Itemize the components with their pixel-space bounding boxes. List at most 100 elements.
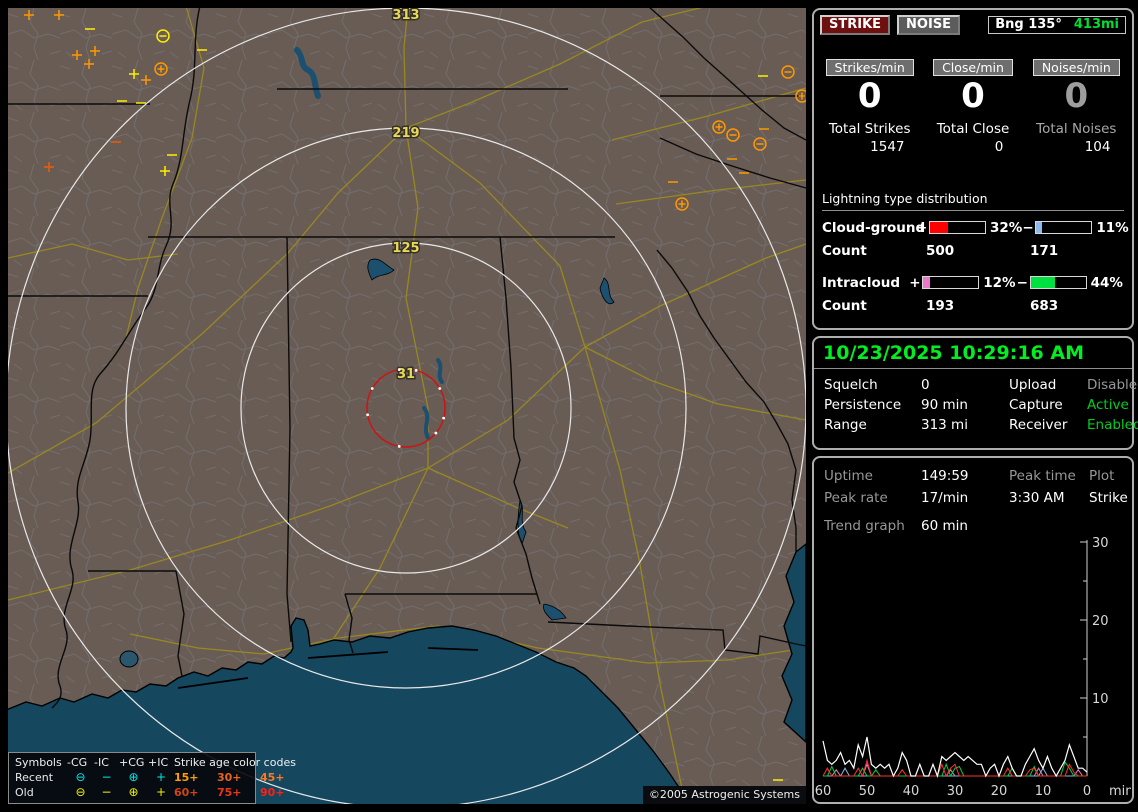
peak-rate-label: Peak rate — [824, 490, 888, 506]
legend-row-old-label: Old — [15, 786, 34, 799]
recent-ic-pos-icon: + — [155, 770, 167, 784]
ic-positive-bar-fill — [923, 277, 930, 289]
strike-stats-panel: STRIKE NOISE Bng 135° 413mi Strikes/min … — [812, 8, 1134, 330]
ic-positive-pct: 12% — [983, 274, 1016, 291]
noises-per-min-value: 0 — [1064, 76, 1089, 116]
legend-header-neg-cg: -CG — [67, 756, 88, 769]
total-strikes-label: Total Strikes — [828, 120, 911, 137]
svg-text:219: 219 — [392, 126, 419, 141]
bearing-distance-display: Bng 135° 413mi — [988, 16, 1126, 34]
cloud-ground-row: Cloud-ground + 32% − 11% — [822, 219, 1129, 236]
capture-label: Capture — [1009, 397, 1063, 413]
squelch-value: 0 — [921, 377, 930, 393]
lightning-map[interactable]: 313 219 125 31 Symbols -CG -IC +CG +IC Stri… — [8, 8, 806, 804]
old-cg-neg-icon: ⊖ — [75, 785, 86, 799]
svg-text:0: 0 — [1083, 784, 1091, 799]
recent-cg-pos-icon: ⊕ — [128, 770, 139, 784]
strike-mode-button[interactable]: STRIKE — [820, 15, 891, 35]
receiver-label: Receiver — [1009, 417, 1068, 433]
total-noises-label: Total Noises — [1036, 120, 1117, 137]
svg-text:10: 10 — [1092, 692, 1109, 707]
receiver-status: Enabled — [1087, 417, 1138, 433]
cg-positive-bar-fill — [930, 222, 948, 234]
range-value: 313 mi — [921, 417, 968, 433]
ic-negative-bar-fill — [1030, 277, 1055, 289]
ic-positive-bar — [922, 276, 980, 290]
total-strikes-value: 1547 — [870, 138, 905, 155]
cg-negative-pct: 11% — [1096, 219, 1129, 236]
upload-label: Upload — [1009, 377, 1057, 393]
legend-header-neg-ic: -IC — [94, 756, 109, 769]
strikes-per-min-button[interactable]: Strikes/min — [825, 59, 914, 76]
copyright-notice: ©2005 Astrogenic Systems — [642, 786, 806, 804]
plot-label: Plot — [1089, 468, 1115, 484]
legend-age-header: Strike age color codes — [174, 756, 296, 769]
capture-status: Active — [1087, 397, 1129, 413]
trend-panel: Uptime 149:59 Peak time Plot Peak rate 1… — [812, 456, 1134, 804]
bearing-value: Bng 135° — [995, 17, 1062, 32]
peak-rate-value: 17/min — [921, 490, 969, 506]
legend-row-recent-label: Recent — [15, 771, 54, 784]
ic-negative-count: 683 — [1030, 297, 1059, 314]
cg-minus-sign: − — [1022, 219, 1034, 236]
svg-text:125: 125 — [392, 241, 419, 256]
strikes-per-min-value: 0 — [857, 76, 882, 116]
age-code-30: 30+ — [217, 771, 242, 784]
recent-ic-neg-icon: − — [101, 770, 112, 784]
persistence-value: 90 min — [921, 397, 968, 413]
svg-text:60: 60 — [815, 784, 831, 799]
cg-plus-sign: + — [916, 219, 928, 236]
cg-negative-count: 171 — [1030, 242, 1059, 259]
recent-cg-neg-icon: ⊖ — [75, 770, 86, 784]
noises-counter: Noises/min 0 Total Noises 104 — [1025, 59, 1128, 155]
cg-positive-count: 500 — [926, 242, 955, 259]
close-per-min-button[interactable]: Close/min — [933, 59, 1013, 76]
noises-per-min-button[interactable]: Noises/min — [1032, 59, 1120, 76]
total-close-value: 0 — [994, 138, 1004, 155]
svg-text:20: 20 — [991, 784, 1008, 799]
datetime-display: 10/23/2025 10:29:16 AM — [814, 338, 1132, 369]
app-window: 313 219 125 31 Symbols -CG -IC +CG +IC Stri… — [0, 0, 1138, 812]
upload-status: Disabled — [1087, 377, 1138, 393]
age-code-90: 90+ — [260, 786, 285, 799]
old-cg-pos-icon: ⊕ — [128, 785, 139, 799]
cloud-ground-label: Cloud-ground — [822, 219, 926, 236]
symbol-legend: Symbols -CG -IC +CG +IC Strike age color… — [8, 752, 296, 804]
ic-plus-sign: + — [909, 274, 921, 291]
range-label: Range — [824, 417, 867, 433]
svg-text:50: 50 — [859, 784, 876, 799]
age-code-60: 60+ — [174, 786, 199, 799]
intracloud-count-row: Count 193 683 — [822, 298, 1124, 314]
cg-negative-bar-fill — [1036, 222, 1043, 234]
strikes-counter: Strikes/min 0 Total Strikes 1547 — [818, 59, 921, 155]
close-per-min-value: 0 — [961, 76, 985, 116]
legend-header-pos-ic: +IC — [148, 756, 169, 769]
uptime-value: 149:59 — [921, 468, 969, 484]
noise-mode-button[interactable]: NOISE — [897, 15, 961, 35]
age-code-75: 75+ — [217, 786, 242, 799]
total-close-label: Total Close — [936, 120, 1010, 137]
age-code-45: 45+ — [260, 771, 285, 784]
old-ic-pos-icon: + — [155, 785, 167, 799]
cg-positive-pct: 32% — [990, 219, 1023, 236]
distance-value: 413mi — [1073, 17, 1119, 32]
age-code-15: 15+ — [174, 771, 199, 784]
svg-text:min: min — [1109, 784, 1131, 799]
ic-negative-pct: 44% — [1090, 274, 1123, 291]
old-ic-neg-icon: − — [101, 785, 112, 799]
intracloud-row: Intracloud + 12% − 44% — [822, 275, 1124, 291]
ic-minus-sign: − — [1016, 274, 1028, 291]
svg-text:10: 10 — [1035, 784, 1052, 799]
cg-positive-bar — [929, 221, 986, 235]
persistence-label: Persistence — [824, 397, 902, 413]
cg-count-label: Count — [822, 242, 867, 259]
map-canvas[interactable]: 31321912531 — [8, 8, 806, 804]
trend-graph: 10 20 30 60 50 40 30 20 10 0 min — [815, 536, 1131, 799]
distribution-title: Lightning type distribution — [822, 191, 1124, 211]
close-counter: Close/min 0 Total Close 0 — [921, 59, 1024, 155]
peak-time-value: 3:30 AM — [1009, 490, 1065, 506]
svg-text:313: 313 — [392, 8, 419, 23]
uptime-label: Uptime — [824, 468, 873, 484]
lightning-distribution: Lightning type distribution Cloud-ground… — [814, 191, 1132, 314]
plot-mode-value: Strike — [1089, 490, 1128, 506]
